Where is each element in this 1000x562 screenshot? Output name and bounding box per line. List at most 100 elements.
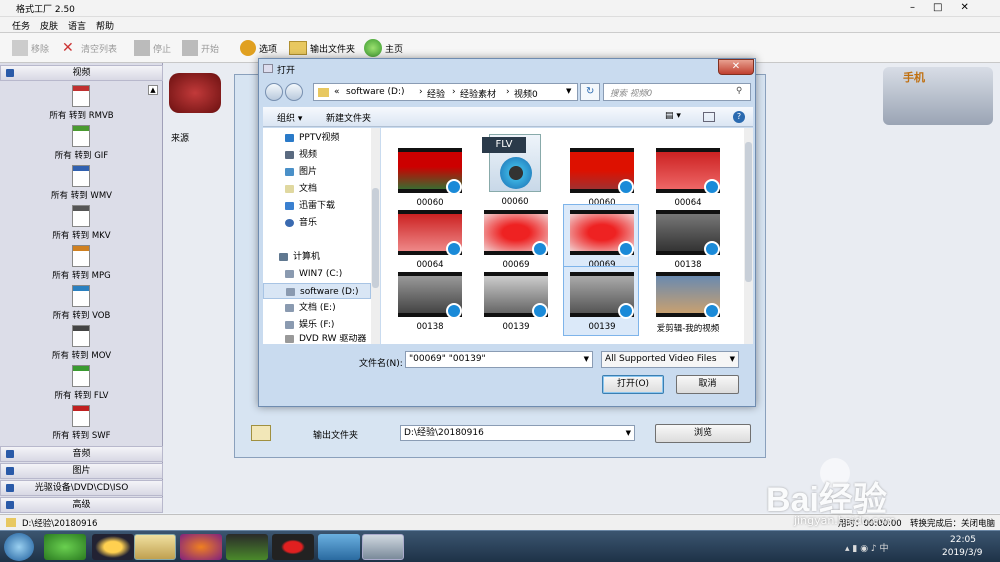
nav-drive-c[interactable]: WIN7 (C:) xyxy=(263,266,371,282)
file-item-selected[interactable]: 00069 xyxy=(563,204,639,274)
navigation-pane: PPTV视频 视频 图片 文档 迅雷下载 音乐 计算机 WIN7 (C:) so… xyxy=(263,128,380,344)
crumb-jingyan[interactable]: 经验 xyxy=(427,87,445,100)
nav-pptv[interactable]: PPTV视频 xyxy=(263,130,371,146)
filetype-select[interactable]: All Supported Video Files ▼ xyxy=(601,351,739,368)
section-picture[interactable]: 图片 xyxy=(0,463,163,479)
open-button[interactable]: 打开(O) xyxy=(602,375,664,394)
nav-dvd[interactable]: DVD RW 驱动器 xyxy=(263,334,371,344)
advanced-section-icon xyxy=(6,501,14,509)
file-item[interactable]: 00064 xyxy=(391,204,467,274)
taskbar-player-icon[interactable] xyxy=(226,534,268,560)
file-list-scrollbar[interactable] xyxy=(744,128,753,344)
flv-file-item[interactable]: FLV 00060 xyxy=(477,130,553,212)
nav-drive-e[interactable]: 文档 (E:) xyxy=(263,300,371,316)
file-item[interactable]: 00138 xyxy=(649,204,725,274)
menu-help[interactable]: 帮助 xyxy=(96,19,114,32)
stop-button[interactable]: 停止 xyxy=(134,39,171,57)
nav-music[interactable]: 音乐 xyxy=(263,215,371,231)
dvd-icon xyxy=(285,335,294,343)
tray-icons[interactable]: ▴ ▮ ◉ ♪ 中 xyxy=(845,541,925,554)
output-folder-icon[interactable] xyxy=(251,425,271,441)
clear-list-button[interactable]: ✕ 清空列表 xyxy=(62,39,117,57)
mkv-icon xyxy=(72,205,90,227)
file-item[interactable]: 00064 xyxy=(649,142,725,212)
nav-drive-f[interactable]: 娱乐 (F:) xyxy=(263,317,371,333)
taskbar-record-icon[interactable] xyxy=(272,534,314,560)
output-folder-button[interactable]: 输出文件夹 xyxy=(289,39,355,57)
taskbar-app-icon[interactable] xyxy=(318,534,360,560)
forward-icon[interactable] xyxy=(285,83,303,101)
format-flv[interactable]: 所有 转到 FLV xyxy=(0,365,163,405)
taskbar-firefox-icon[interactable] xyxy=(180,534,222,560)
crumb-material[interactable]: 经验素材 xyxy=(460,87,496,100)
taskbar-format-factory-icon[interactable] xyxy=(362,534,404,560)
section-advanced[interactable]: 高级 xyxy=(0,497,163,513)
search-input[interactable]: 搜索 视频0 ⚲ xyxy=(603,83,751,101)
output-path-select[interactable]: D:\经验\20180916 ▼ xyxy=(400,425,635,441)
nav-documents[interactable]: 文档 xyxy=(263,181,371,197)
remove-button[interactable]: 移除 xyxy=(12,39,49,57)
close-button[interactable]: ✕ xyxy=(718,59,754,75)
format-wmv[interactable]: 所有 转到 WMV xyxy=(0,165,163,205)
video-badge-icon xyxy=(704,303,720,319)
help-icon[interactable]: ? xyxy=(733,111,745,123)
refresh-button[interactable]: ↻ xyxy=(580,83,600,101)
file-item[interactable]: 爱剪辑-我的视频 xyxy=(649,266,725,336)
format-rmvb[interactable]: 所有 转到 RMVB xyxy=(0,85,163,125)
flv-icon: FLV xyxy=(482,134,541,192)
format-mov[interactable]: 所有 转到 MOV xyxy=(0,325,163,365)
title-bar: 格式工厂 2.50 –□✕ xyxy=(0,0,1000,17)
section-audio[interactable]: 音频 xyxy=(0,446,163,462)
file-item[interactable]: 00060 xyxy=(391,142,467,212)
menu-language[interactable]: 语言 xyxy=(68,19,86,32)
view-icon[interactable]: ▤ ▾ xyxy=(665,111,681,121)
file-item[interactable]: 00069 xyxy=(477,204,553,274)
nav-pictures[interactable]: 图片 xyxy=(263,164,371,180)
clock-time[interactable]: 22:05 xyxy=(950,535,976,545)
chevron-down-icon: ▼ xyxy=(625,429,631,437)
nav-thunder[interactable]: 迅雷下载 xyxy=(263,198,371,214)
menu-task[interactable]: 任务 xyxy=(12,19,30,32)
chevron-down-icon[interactable]: ▼ xyxy=(584,352,589,367)
video-badge-icon xyxy=(532,303,548,319)
file-item[interactable]: 00138 xyxy=(391,266,467,336)
chevron-down-icon[interactable]: ▼ xyxy=(566,87,571,95)
crumb-drive[interactable]: software (D:) xyxy=(346,87,405,97)
audio-section-icon xyxy=(6,450,14,458)
preview-pane-icon[interactable] xyxy=(703,112,715,122)
address-bar[interactable]: « software (D:) › 经验 › 经验素材 › 视频0 ▼ xyxy=(313,83,578,101)
nav-videos[interactable]: 视频 xyxy=(263,147,371,163)
nav-computer[interactable]: 计算机 xyxy=(263,249,371,265)
format-swf[interactable]: 所有 转到 SWF xyxy=(0,405,163,445)
home-button[interactable]: 主页 xyxy=(364,39,403,57)
file-item[interactable]: 00139 xyxy=(477,266,553,336)
nav-scrollbar[interactable] xyxy=(371,128,380,344)
drive-icon xyxy=(285,304,294,312)
browse-button[interactable]: 浏览 xyxy=(655,424,751,443)
options-button[interactable]: 选项 xyxy=(240,39,277,57)
format-vob[interactable]: 所有 转到 VOB xyxy=(0,285,163,325)
clock-date[interactable]: 2019/3/9 xyxy=(942,548,982,558)
taskbar-qq-icon[interactable] xyxy=(92,534,134,560)
nav-drive-d[interactable]: software (D:) xyxy=(263,283,371,299)
taskbar-360-icon[interactable] xyxy=(44,534,86,560)
window-controls[interactable]: –□✕ xyxy=(910,2,987,13)
format-gif[interactable]: 所有 转到 GIF xyxy=(0,125,163,165)
taskbar-explorer-icon[interactable] xyxy=(134,534,176,560)
menu-skin[interactable]: 皮肤 xyxy=(40,19,58,32)
cancel-button[interactable]: 取消 xyxy=(676,375,739,394)
file-item-selected[interactable]: 00139 xyxy=(563,266,639,336)
section-video[interactable]: 视频 xyxy=(0,65,163,81)
folder-icon xyxy=(289,41,307,55)
organize-button[interactable]: 组织 ▾ xyxy=(277,111,302,124)
file-item[interactable]: 00060 xyxy=(563,142,639,212)
start-button[interactable] xyxy=(4,533,34,561)
format-mkv[interactable]: 所有 转到 MKV xyxy=(0,205,163,245)
section-disc[interactable]: 光驱设备\DVD\CD\ISO xyxy=(0,480,163,496)
new-folder-button[interactable]: 新建文件夹 xyxy=(326,111,371,124)
back-icon[interactable] xyxy=(265,83,283,101)
format-mpg[interactable]: 所有 转到 MPG xyxy=(0,245,163,285)
start-button[interactable]: 开始 xyxy=(182,39,219,57)
crumb-video0[interactable]: 视频0 xyxy=(514,87,538,100)
filename-input[interactable]: "00069" "00139" ▼ xyxy=(405,351,593,368)
